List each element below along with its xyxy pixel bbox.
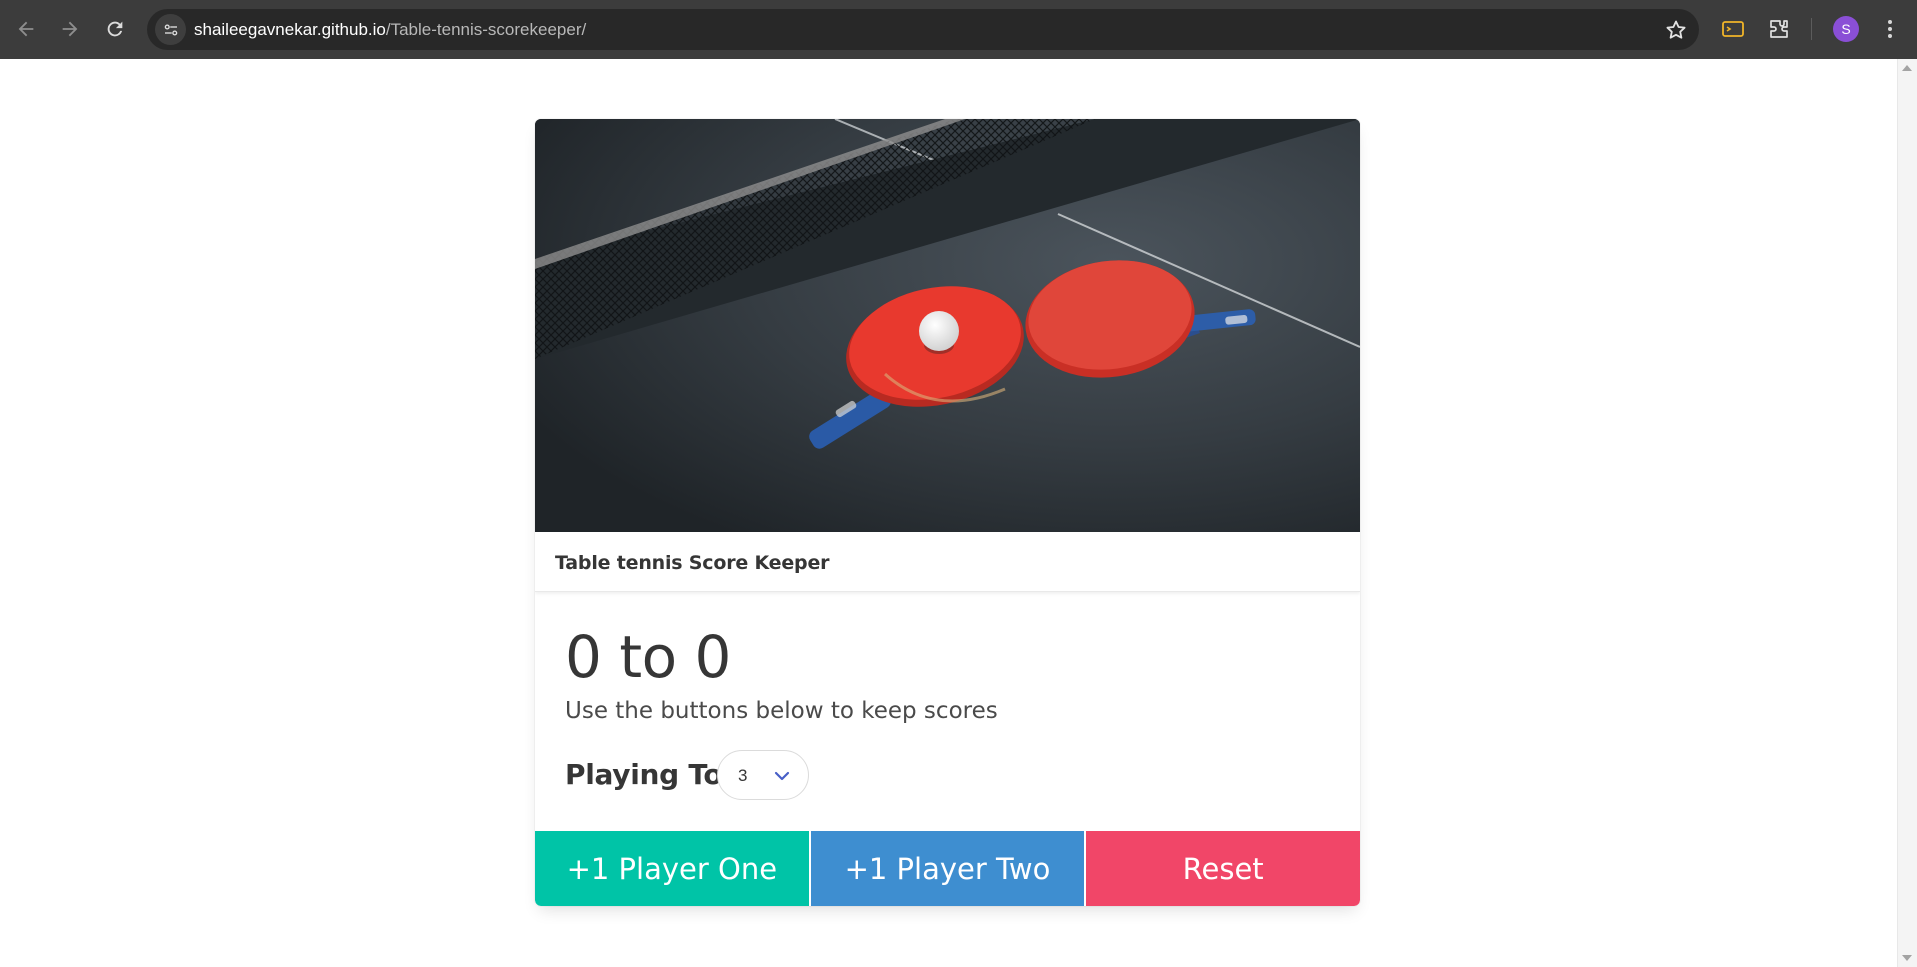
playing-to-value: 3 <box>738 766 748 785</box>
bookmark-star-icon <box>1666 20 1686 39</box>
toolbar-divider <box>1811 18 1812 40</box>
instructions-text: Use the buttons below to keep scores <box>565 698 998 724</box>
site-info-icon <box>164 23 177 36</box>
score-display: 0 to 0 <box>565 623 731 691</box>
chevron-down-icon <box>774 771 790 781</box>
playing-to-label: Playing To <box>565 758 723 791</box>
url-host: shaileegavnekar.github.io <box>194 20 386 39</box>
forward-button[interactable] <box>51 10 89 48</box>
address-bar[interactable]: shaileegavnekar.github.io/Table-tennis-s… <box>147 9 1699 50</box>
scroll-down-arrow-icon[interactable] <box>1902 955 1912 961</box>
scroll-up-arrow-icon[interactable] <box>1902 65 1912 71</box>
extensions-button[interactable] <box>1764 14 1794 44</box>
table-tennis-photo <box>535 119 1360 532</box>
card-image <box>535 119 1360 532</box>
reset-button[interactable]: Reset <box>1086 831 1360 906</box>
scorekeeper-card: Table tennis Score Keeper 0 to 0 Use the… <box>535 119 1360 906</box>
back-arrow-icon <box>18 21 34 37</box>
player-two-button[interactable]: +1 Player Two <box>810 831 1085 906</box>
url-text: shaileegavnekar.github.io/Table-tennis-s… <box>194 20 586 40</box>
site-info-button[interactable] <box>155 14 186 45</box>
reload-icon <box>107 21 123 37</box>
card-header-title: Table tennis Score Keeper <box>555 552 830 574</box>
forward-arrow-icon <box>62 21 78 37</box>
cast-button[interactable] <box>1718 14 1748 44</box>
bookmark-button[interactable] <box>1663 17 1689 43</box>
browser-toolbar: shaileegavnekar.github.io/Table-tennis-s… <box>0 0 1917 59</box>
back-button[interactable] <box>7 10 45 48</box>
more-vert-icon[interactable] <box>1880 14 1900 44</box>
cast-icon <box>1722 21 1744 37</box>
profile-avatar[interactable]: S <box>1833 16 1859 42</box>
page-scrollbar[interactable] <box>1897 59 1917 967</box>
reload-button[interactable] <box>96 10 134 48</box>
player-one-button[interactable]: +1 Player One <box>535 831 809 906</box>
card-footer: +1 Player One +1 Player Two Reset <box>535 831 1360 906</box>
url-path: /Table-tennis-scorekeeper/ <box>385 20 587 39</box>
extensions-icon <box>1770 20 1788 38</box>
card-header: Table tennis Score Keeper <box>535 532 1360 592</box>
playing-to-select[interactable]: 3 <box>717 750 809 800</box>
